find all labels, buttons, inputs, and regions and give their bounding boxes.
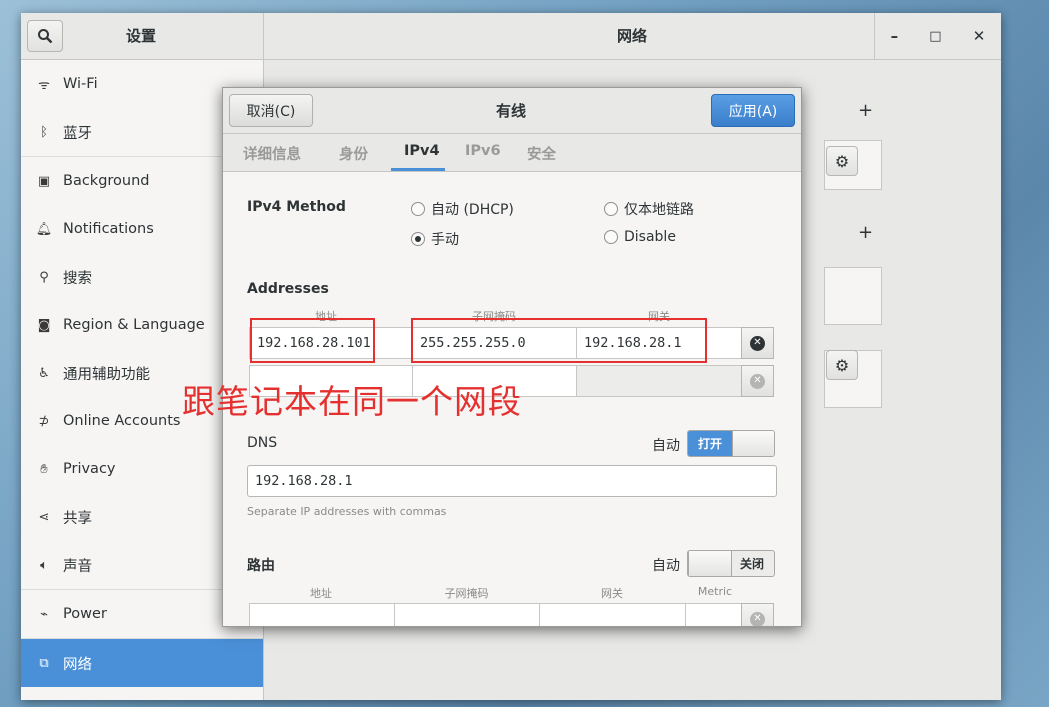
sidebar-item-label: 网络	[63, 656, 92, 673]
method-manual-radio[interactable]: 手动	[411, 229, 459, 249]
method-manual-label: 手动	[431, 232, 459, 248]
cancel-button[interactable]: 取消(C)	[229, 94, 313, 127]
highlight-netmask-gateway-box	[411, 318, 707, 363]
wired-connection-dialog: 取消(C) 有线 应用(A) 详细信息 身份 IPv4 IPv6 安全 IPv4…	[222, 87, 802, 627]
sidebar-header: 设置	[21, 13, 264, 59]
wifi-icon: ᯤ	[38, 78, 50, 93]
routes-auto-switch[interactable]: 关闭	[687, 550, 775, 577]
method-link-local-radio[interactable]: 仅本地链路	[604, 199, 694, 219]
tab-identity[interactable]: 身份	[339, 143, 368, 164]
sidebar-title: 设置	[125, 27, 156, 45]
route-metric-input[interactable]	[685, 603, 742, 626]
delete-icon: ✕	[750, 373, 765, 389]
dialog-tabs: 详细信息 身份 IPv4 IPv6 安全	[223, 134, 801, 172]
route-address-input[interactable]	[249, 603, 395, 626]
camera-icon: ◙	[37, 317, 51, 333]
routes-label: 路由	[247, 558, 275, 574]
method-disable-label: Disable	[624, 229, 676, 245]
hand-icon: ✋︎	[40, 461, 48, 477]
sidebar-item-label: 搜索	[63, 270, 92, 287]
routes-auto-label: 自动	[652, 558, 680, 574]
window-controls: – □ ✕	[874, 13, 1001, 59]
sidebar-item-label: 共享	[63, 510, 92, 527]
sidebar-item-label: Wi-Fi	[63, 76, 98, 92]
ipv4-method-label: IPv4 Method	[247, 199, 346, 215]
add-connection-plus-icon[interactable]: +	[858, 100, 873, 121]
tab-security[interactable]: 安全	[527, 143, 556, 164]
route-column-gateway: 网关	[601, 587, 623, 600]
switch-knob	[688, 551, 732, 576]
gateway-input[interactable]	[576, 365, 742, 397]
highlight-address-box	[250, 318, 375, 363]
switch-knob	[732, 431, 774, 456]
search-icon	[38, 29, 53, 44]
method-dhcp-label: 自动 (DHCP)	[431, 202, 514, 218]
tab-ipv6[interactable]: IPv6	[465, 143, 501, 159]
radio-indicator	[604, 202, 618, 216]
search-button[interactable]	[27, 20, 63, 52]
sidebar-item-label: 通用辅助功能	[63, 366, 150, 383]
bell-icon: 🔔︎	[35, 221, 53, 237]
title-bar: 设置 网络 – □ ✕	[21, 13, 1001, 60]
radio-indicator-selected	[411, 232, 425, 246]
background-icon: ▣	[37, 173, 51, 189]
sidebar-item-label: 蓝牙	[63, 125, 92, 142]
minimize-button[interactable]: –	[891, 27, 899, 45]
sidebar-item-label: Notifications	[63, 221, 154, 237]
maximize-button[interactable]: □	[929, 29, 941, 44]
share-icon: ⋖	[38, 509, 50, 525]
sidebar-item-label: 声音	[63, 558, 92, 575]
online-accounts-icon: ⊅	[38, 413, 50, 429]
dialog-header: 取消(C) 有线 应用(A)	[223, 88, 801, 134]
delete-icon: ✕	[750, 335, 765, 351]
power-icon: ⌁	[40, 606, 48, 622]
dns-label: DNS	[247, 435, 278, 451]
dns-hint: Separate IP addresses with commas	[247, 505, 447, 518]
sidebar-item-label: Online Accounts	[63, 413, 181, 429]
sidebar-item-13[interactable]: ⧉ 网络	[21, 639, 263, 687]
sidebar-item-label: Background	[63, 173, 150, 189]
radio-indicator	[411, 202, 425, 216]
proxy-settings-button[interactable]: ⚙	[826, 350, 858, 380]
tab-ipv4[interactable]: IPv4	[404, 143, 440, 159]
tab-details[interactable]: 详细信息	[243, 143, 301, 164]
method-disable-radio[interactable]: Disable	[604, 229, 676, 245]
sidebar-item-label: Power	[63, 606, 107, 622]
sidebar-item-label: Region & Language	[63, 317, 205, 333]
radio-indicator	[604, 230, 618, 244]
vpn-card	[824, 267, 882, 325]
bluetooth-icon: ᛒ	[40, 124, 48, 140]
gear-icon: ⚙	[834, 151, 850, 171]
apply-button[interactable]: 应用(A)	[711, 94, 795, 127]
method-dhcp-radio[interactable]: 自动 (DHCP)	[411, 199, 514, 219]
delete-icon: ✕	[750, 611, 765, 626]
delete-address-button[interactable]: ✕	[741, 327, 774, 359]
route-column-metric: Metric	[697, 585, 733, 598]
gear-icon: ⚙	[834, 355, 850, 375]
route-column-netmask: 子网掩码	[444, 587, 489, 600]
dialog-title: 有线	[495, 102, 526, 120]
dns-input[interactable]: 192.168.28.1	[247, 465, 777, 497]
route-netmask-input[interactable]	[394, 603, 540, 626]
search-icon: ⚲	[39, 269, 49, 285]
switch-off-label: 关闭	[739, 557, 764, 571]
network-icon: ⧉	[39, 655, 49, 671]
dns-auto-switch[interactable]: 打开	[687, 430, 775, 457]
annotation-text: 跟笔记本在同一个网段	[182, 382, 522, 421]
route-column-address: 地址	[310, 587, 332, 600]
switch-on-label: 打开	[688, 431, 732, 456]
delete-address-button[interactable]: ✕	[741, 365, 774, 397]
route-gateway-input[interactable]	[539, 603, 686, 626]
add-vpn-plus-icon[interactable]: +	[858, 222, 873, 243]
speaker-icon: 🔈︎	[40, 557, 48, 573]
active-tab-indicator	[391, 168, 445, 171]
dns-auto-label: 自动	[652, 438, 680, 454]
addresses-label: Addresses	[247, 281, 329, 297]
accessibility-icon: ♿︎	[38, 365, 50, 381]
wired-settings-button[interactable]: ⚙	[826, 146, 858, 176]
close-button[interactable]: ✕	[973, 27, 986, 45]
sidebar-item-label: Privacy	[63, 461, 116, 477]
method-link-local-label: 仅本地链路	[624, 202, 694, 218]
delete-route-button[interactable]: ✕	[741, 603, 774, 626]
